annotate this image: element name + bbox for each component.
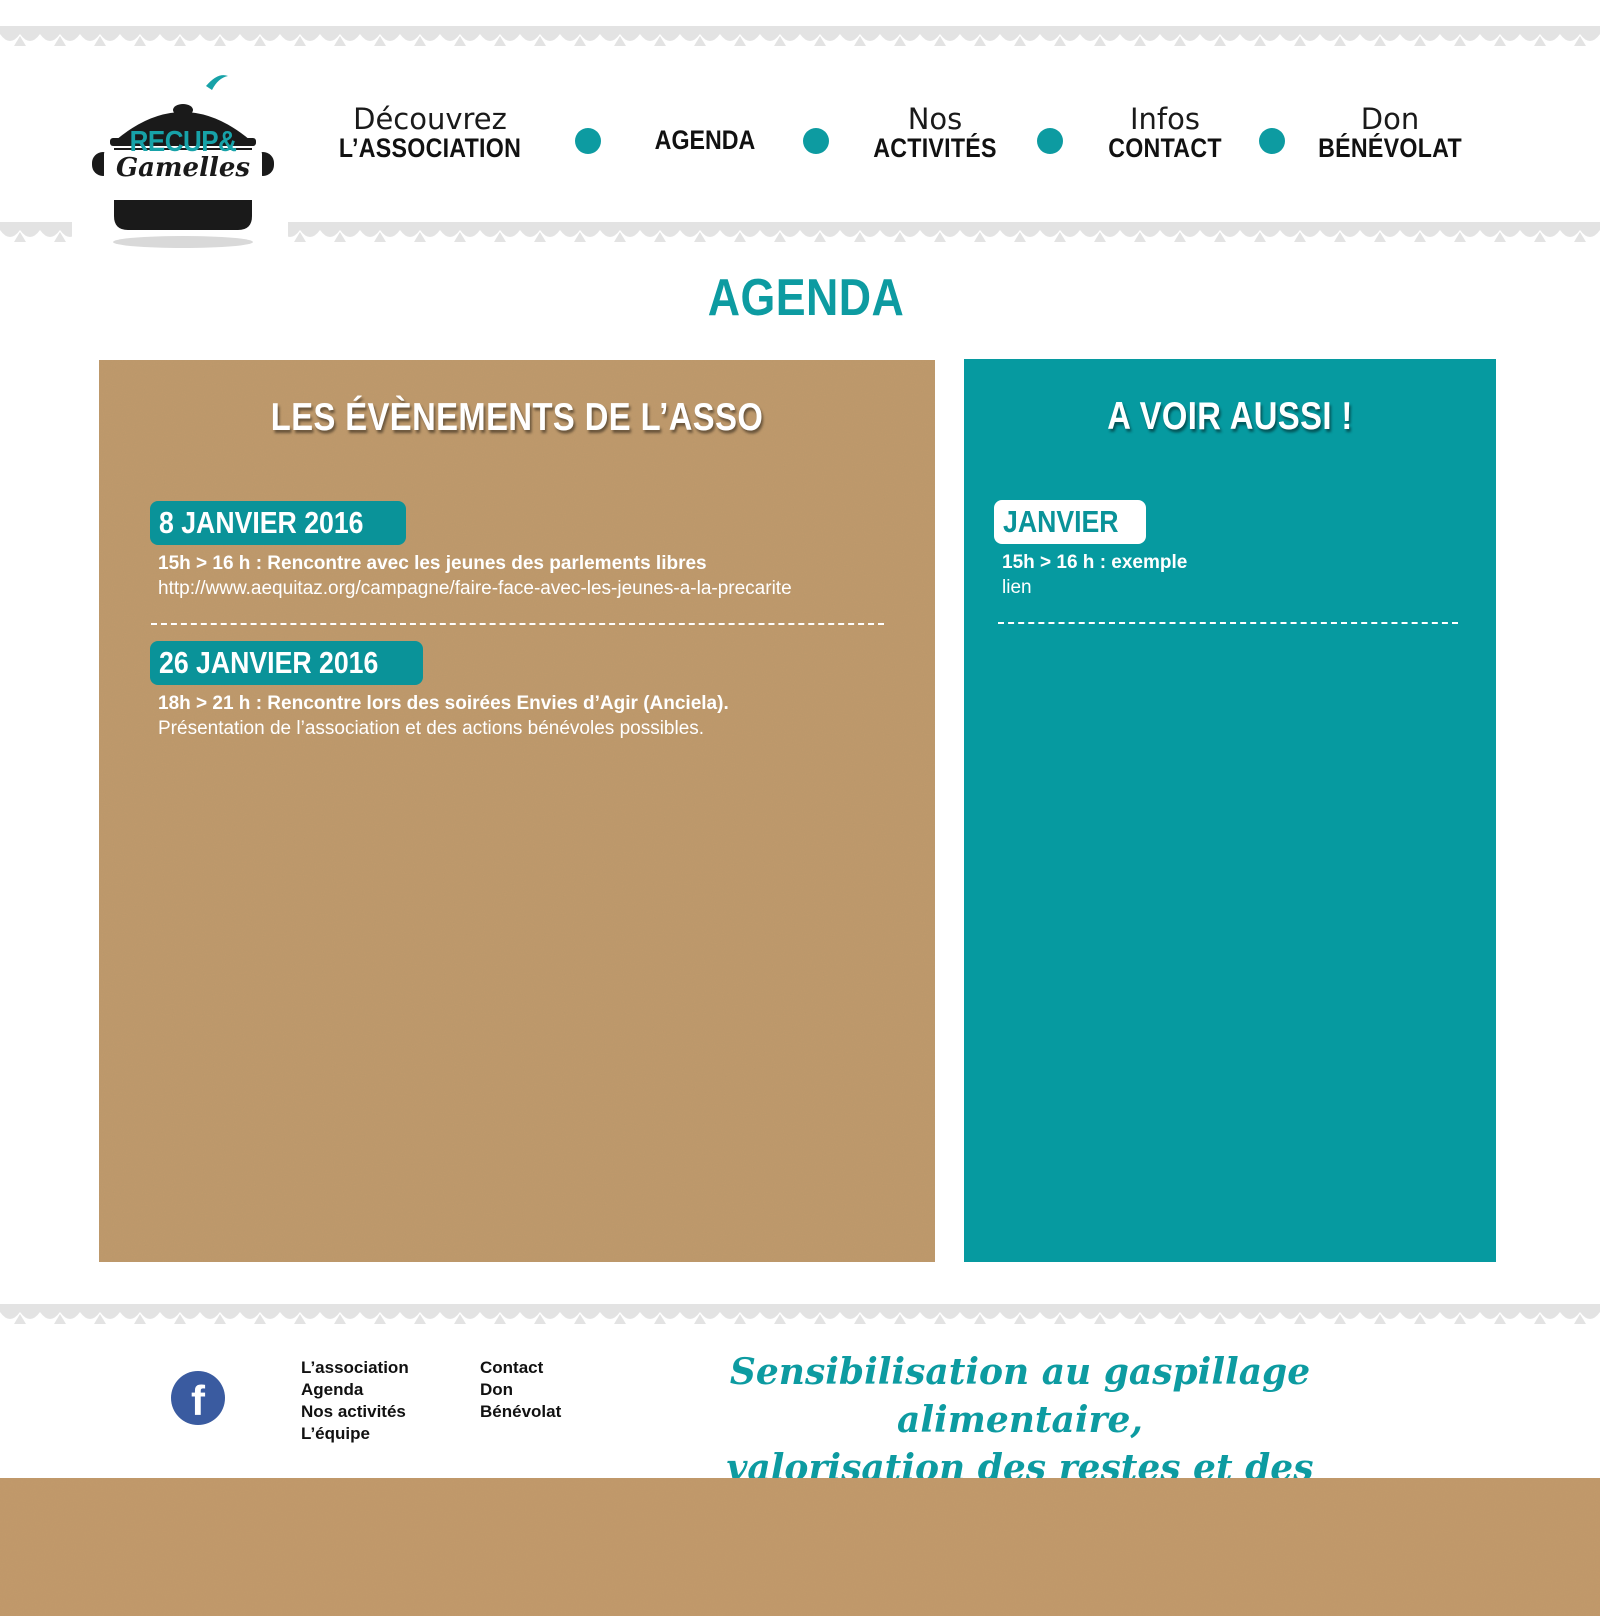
- nav-item-agenda[interactable]: AGENDA: [630, 104, 780, 154]
- nav-item-association-top: Découvrez: [353, 102, 507, 136]
- footer-links-col2: Contact Don Bénévolat: [480, 1357, 561, 1423]
- nav-item-benevolat-top: Don: [1360, 102, 1420, 136]
- nav-item-agenda-label: AGENDA: [654, 125, 756, 155]
- top-scallop-border: [0, 26, 1600, 50]
- events-panel: LES ÉVÈNEMENTS DE L’ASSO 8 JANVIER 2016 …: [99, 360, 935, 1262]
- tagline-line-1: Sensibilisation au gaspillage alimentair…: [729, 1351, 1311, 1441]
- footer-link-association[interactable]: L’association: [301, 1357, 409, 1379]
- footer-link-activites[interactable]: Nos activités: [301, 1401, 409, 1423]
- nav-separator-dot: [575, 128, 601, 154]
- facebook-icon-letter: f: [191, 1377, 205, 1424]
- event-date-text: 8 JANVIER 2016: [159, 505, 364, 540]
- footer-scallop-border: [0, 1304, 1600, 1328]
- nav-separator-dot: [803, 128, 829, 154]
- footer-link-equipe[interactable]: L’équipe: [301, 1423, 409, 1445]
- nav-item-activites[interactable]: Nos ACTIVITÉS: [850, 104, 1020, 162]
- nav-item-contact-bottom: CONTACT: [1108, 133, 1222, 163]
- page-title: AGENDA: [707, 269, 905, 327]
- footer-links-col1: L’association Agenda Nos activités L’équ…: [301, 1357, 409, 1445]
- footer-cardboard-band: [0, 1478, 1600, 1616]
- footer-link-don[interactable]: Don: [480, 1379, 561, 1401]
- main-navigation: Découvrez L’ASSOCIATION AGENDA Nos ACTIV…: [320, 104, 1470, 174]
- see-also-link[interactable]: lien: [1002, 577, 1032, 599]
- nav-item-contact[interactable]: Infos CONTACT: [1080, 104, 1250, 162]
- see-also-divider: [998, 622, 1458, 624]
- footer-link-contact[interactable]: Contact: [480, 1357, 561, 1379]
- event-description: Présentation de l’association et des act…: [158, 718, 705, 739]
- event-time-title: 18h > 21 h : Rencontre lors des soirées …: [158, 693, 729, 714]
- events-panel-heading: LES ÉVÈNEMENTS DE L’ASSO: [270, 396, 764, 439]
- see-also-heading: A VOIR AUSSI !: [1107, 395, 1353, 438]
- cardboard-texture: [99, 360, 935, 1262]
- footer-link-agenda[interactable]: Agenda: [301, 1379, 409, 1401]
- footer-link-benevolat[interactable]: Bénévolat: [480, 1401, 561, 1423]
- nav-item-activites-bottom: ACTIVITÉS: [873, 133, 997, 163]
- event-divider: [151, 623, 884, 625]
- nav-item-benevolat[interactable]: Don BÉNÉVOLAT: [1305, 104, 1475, 162]
- nav-separator-dot: [1259, 128, 1285, 154]
- header-scallop-border: [0, 222, 1600, 246]
- event-date-badge: 26 JANVIER 2016: [150, 641, 424, 685]
- see-also-date-badge: JANVIER: [994, 500, 1147, 544]
- nav-item-activites-top: Nos: [907, 102, 963, 136]
- nav-item-benevolat-bottom: BÉNÉVOLAT: [1318, 133, 1462, 163]
- nav-item-contact-top: Infos: [1130, 102, 1200, 136]
- nav-item-association-bottom: L’ASSOCIATION: [338, 133, 522, 163]
- see-also-time-title: 15h > 16 h : exemple: [1002, 552, 1188, 573]
- event-time-title: 15h > 16 h : Rencontre avec les jeunes d…: [158, 553, 707, 574]
- see-also-panel: A VOIR AUSSI ! JANVIER 15h > 16 h : exem…: [964, 359, 1496, 1262]
- event-link[interactable]: http://www.aequitaz.org/campagne/faire-f…: [158, 578, 792, 600]
- see-also-date-text: JANVIER: [1003, 504, 1119, 539]
- nav-item-association[interactable]: Découvrez L’ASSOCIATION: [320, 104, 540, 162]
- event-date-badge: 8 JANVIER 2016: [150, 501, 406, 545]
- facebook-icon[interactable]: f: [171, 1371, 225, 1425]
- event-date-text: 26 JANVIER 2016: [159, 645, 379, 680]
- nav-separator-dot: [1037, 128, 1063, 154]
